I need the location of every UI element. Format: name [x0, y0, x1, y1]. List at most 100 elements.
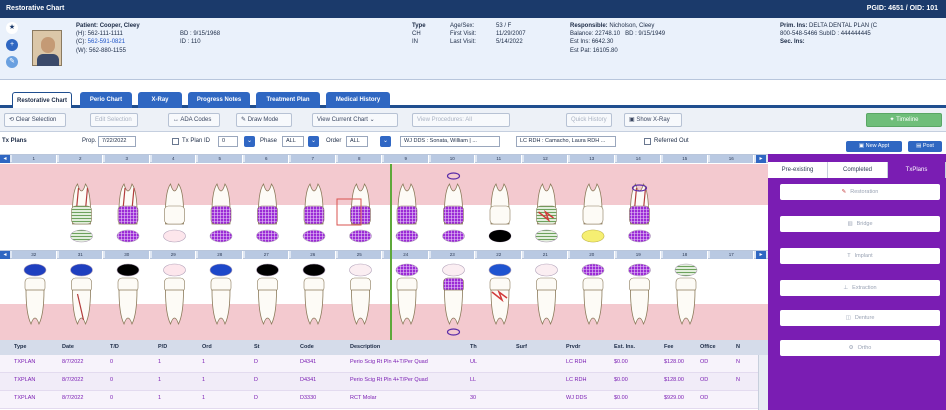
lower-tooth-25: [349, 263, 372, 326]
show-xray-button[interactable]: ▣ Show X-Ray: [624, 113, 682, 127]
table-cell: $0.00: [614, 359, 628, 365]
title-bar: Restorative Chart PGID: 4651 / OID: 101: [0, 0, 946, 18]
column-header-description[interactable]: Description: [350, 344, 380, 350]
lower-tooth-23: [442, 263, 465, 326]
column-header-est-ins-[interactable]: Est. Ins.: [614, 344, 635, 350]
tx-plan-id-select[interactable]: 0: [218, 136, 238, 147]
table-cell: OD: [700, 395, 709, 401]
responsible-party: Responsible: Nicholson, Cleey Balance: 2…: [570, 23, 666, 54]
tab-completed[interactable]: Completed: [828, 162, 888, 178]
procedure-table-header: Type Date T/D P/D Ord St Code Description Th Surf…: [0, 340, 768, 355]
add-icon[interactable]: +: [6, 39, 18, 51]
column-header-t-d[interactable]: T/D: [110, 344, 119, 350]
column-header-p-d[interactable]: P/D: [158, 344, 167, 350]
tab-pre-existing[interactable]: Pre-existing: [768, 162, 828, 178]
implant-button[interactable]: T Implant: [780, 248, 940, 264]
upper-tooth-10: [442, 183, 465, 243]
column-header-st[interactable]: St: [254, 344, 260, 350]
bridge-button[interactable]: ▥ Bridge: [780, 216, 940, 232]
tx-plan-id-dropdown[interactable]: ⌄: [244, 136, 255, 147]
column-header-type[interactable]: Type: [14, 344, 26, 350]
table-cell: Perio Scig Rt Pln 4+T/Per Quad: [350, 359, 428, 365]
view-chart-select[interactable]: View Current Chart ⌄: [312, 113, 398, 127]
table-cell: 1: [158, 377, 162, 383]
denture-button[interactable]: ◫ Denture: [780, 310, 940, 326]
tx-plan-id-checkbox[interactable]: [172, 138, 179, 145]
phase-select[interactable]: ALL: [282, 136, 304, 147]
provider-select-1[interactable]: WJ DDS : Sonata, William | ...: [400, 136, 500, 147]
post-button[interactable]: ▤ Post: [908, 141, 942, 152]
column-header-date[interactable]: Date: [62, 344, 74, 350]
star-icon[interactable]: ★: [6, 22, 18, 34]
column-header-office[interactable]: Office: [700, 344, 716, 350]
extraction-button[interactable]: ⊥ Extraction: [780, 280, 940, 296]
extraction-icon: ⊥: [843, 285, 849, 291]
timeline-button[interactable]: ✦ Timeline: [866, 113, 942, 127]
column-header-surf[interactable]: Surf: [516, 344, 527, 350]
column-header-ord[interactable]: Ord: [202, 344, 212, 350]
patient-side-icons: ★ + ✎: [6, 22, 20, 73]
new-appt-button[interactable]: ▣ New Appt: [846, 141, 902, 152]
tab-medical-history[interactable]: Medical History: [326, 92, 390, 108]
draw-mode-button[interactable]: ✎ Draw Mode: [236, 113, 292, 127]
table-cell: Perio Scig Rt Pln 4+T/Per Quad: [350, 377, 428, 383]
table-cell: N: [736, 377, 740, 383]
table-cell: OD: [700, 377, 709, 383]
quick-history-button[interactable]: Quick History: [566, 113, 612, 127]
table-cell: LL: [470, 377, 477, 383]
tooth-drawings[interactable]: [0, 154, 768, 340]
table-cell: 8/7/2022: [62, 359, 84, 365]
table-scrollbar[interactable]: [758, 355, 768, 410]
table-row[interactable]: TXPLAN 8/7/2022 0 1 1 D D4341 Perio Scig Rt Pln…: [0, 355, 768, 373]
table-cell: 0: [110, 359, 114, 365]
tab-treatment-plan[interactable]: Treatment Plan: [256, 92, 320, 108]
lower-tooth-20: [581, 263, 605, 326]
prop-date-input[interactable]: 7/22/2022: [98, 136, 136, 147]
column-header-th[interactable]: Th: [470, 344, 477, 350]
upper-tooth-14: [628, 183, 651, 243]
lower-tooth-29: [163, 263, 186, 326]
lower-tooth-30: [116, 263, 140, 326]
bridge-icon: ▥: [847, 221, 853, 227]
tab-perio-chart[interactable]: Perio Chart: [80, 92, 132, 108]
provider-select-2[interactable]: LC RDH : Camacho, Laura RDH ...: [516, 136, 616, 147]
order-select[interactable]: ALL: [346, 136, 368, 147]
patient-header: ★ + ✎ Patient: Cooper, Cleey (H): 562-11…: [0, 18, 946, 80]
table-row[interactable]: TXPLAN 8/7/2022 0 1 1 D D4341 Perio Scig Rt Pln…: [0, 373, 768, 391]
phase-dropdown[interactable]: ⌄: [308, 136, 319, 147]
ada-codes-button[interactable]: ↔ ADA Codes: [168, 113, 220, 127]
order-dropdown[interactable]: ⌄: [380, 136, 391, 147]
restoration-button[interactable]: ✎ Restoration: [780, 184, 940, 200]
implant-icon: T: [847, 253, 851, 259]
tab-txplans[interactable]: TxPlans: [888, 162, 946, 178]
column-header-prvdr[interactable]: Prvdr: [566, 344, 580, 350]
denture-icon: ◫: [845, 315, 851, 321]
cell-phone-link[interactable]: 562-591-0821: [88, 39, 125, 45]
lower-tooth-21: [535, 263, 558, 326]
column-header-fee[interactable]: Fee: [664, 344, 673, 350]
tab-progress-notes[interactable]: Progress Notes: [188, 92, 250, 108]
table-cell: TXPLAN: [14, 395, 36, 401]
edit-selection-button[interactable]: Edit Selection: [90, 113, 138, 127]
edit-icon[interactable]: ✎: [6, 56, 18, 68]
column-header-code[interactable]: Code: [300, 344, 314, 350]
window-title: Restorative Chart: [6, 5, 65, 12]
lower-tooth-24: [395, 263, 419, 326]
table-row[interactable]: TXPLAN 8/7/2022 0 1 1 D D3330 RCT Molar 30 WJ DDS…: [0, 391, 768, 409]
referred-out-checkbox[interactable]: [644, 138, 651, 145]
table-cell: TXPLAN: [14, 359, 36, 365]
patient-type: Type CH IN: [412, 23, 426, 46]
patient-visits: 53 / F 11/29/2007 5/14/2022: [496, 23, 526, 46]
chart-midline: [390, 164, 392, 340]
clear-selection-button[interactable]: ⟲ Clear Selection: [4, 113, 66, 127]
table-cell: 1: [158, 395, 162, 401]
view-procedures-select[interactable]: View Procedures: All: [412, 113, 510, 127]
column-header-n[interactable]: N: [736, 344, 740, 350]
table-cell: 1: [202, 377, 206, 383]
ortho-button[interactable]: ⚙ Ortho: [780, 340, 940, 356]
patient-photo[interactable]: [32, 30, 62, 66]
tab-xray[interactable]: X-Ray: [138, 92, 182, 108]
table-cell: OD: [700, 359, 709, 365]
tab-restorative-chart[interactable]: Restorative Chart: [12, 92, 72, 108]
table-cell: 8/7/2022: [62, 395, 84, 401]
